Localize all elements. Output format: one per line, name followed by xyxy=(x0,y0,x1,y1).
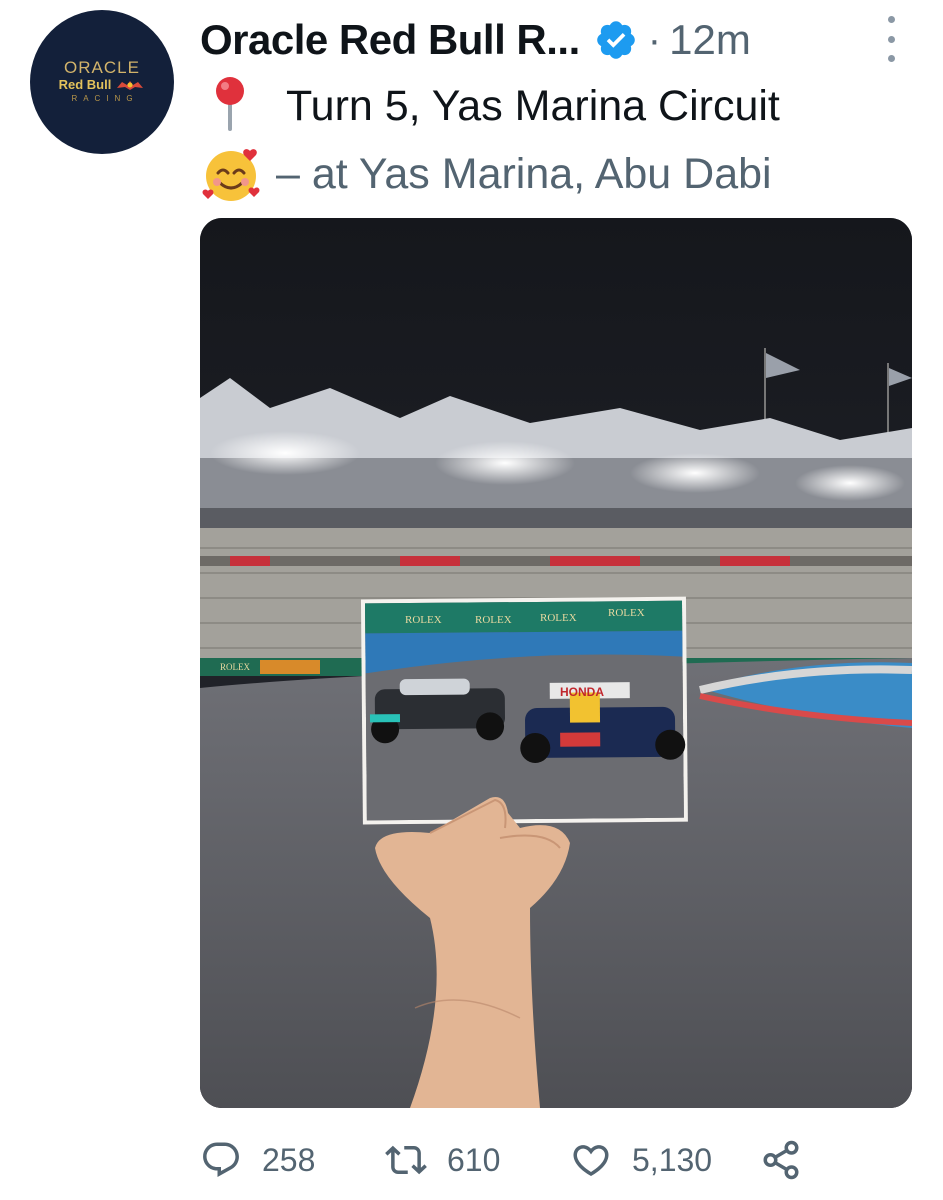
photo-scene: ROLEX ROLEX ROLEX ROLEX ROLEX HONDA xyxy=(200,218,912,1108)
tweet-timestamp[interactable]: 12m xyxy=(669,16,751,64)
banner-text-1: ROLEX xyxy=(405,614,442,626)
share-icon xyxy=(763,1140,799,1180)
tweet-photo[interactable]: ROLEX ROLEX ROLEX ROLEX ROLEX HONDA xyxy=(200,218,912,1108)
retweet-button[interactable]: 610 xyxy=(385,1139,570,1181)
tweet-text-line1-text: Turn 5, Yas Marina Circuit xyxy=(286,82,780,130)
header-separator: · xyxy=(647,17,662,62)
banner-text-3: ROLEX xyxy=(540,612,577,624)
tweet-actions: 258 610 5,130 xyxy=(200,1135,820,1185)
more-options-icon[interactable] xyxy=(879,16,903,62)
tweet-text-line2: – at Yas Marina, Abu Dabi xyxy=(200,143,772,205)
retweet-count: 610 xyxy=(447,1141,501,1178)
avatar[interactable]: ORACLE Red Bull RACING xyxy=(30,10,174,154)
banner-text-5: ROLEX xyxy=(220,662,250,672)
tweet-text-line2-text[interactable]: – at Yas Marina, Abu Dabi xyxy=(276,147,772,201)
like-button[interactable]: 5,130 xyxy=(570,1139,760,1181)
avatar-line1: ORACLE xyxy=(64,58,140,77)
reply-button[interactable]: 258 xyxy=(200,1139,385,1181)
tweet-text-line1: Turn 5, Yas Marina Circuit xyxy=(200,75,780,137)
bull-logo-icon xyxy=(117,81,144,90)
avatar-line3: RACING xyxy=(71,94,139,103)
car-label: HONDA xyxy=(560,685,604,699)
like-count: 5,130 xyxy=(632,1141,713,1178)
tweet-header: Oracle Red Bull R... · 12m xyxy=(200,10,903,70)
banner-text-4: ROLEX xyxy=(608,607,645,619)
reply-icon xyxy=(203,1142,239,1177)
author-name[interactable]: Oracle Red Bull R... xyxy=(200,16,580,64)
verified-badge-icon xyxy=(594,18,638,62)
banner-text-2: ROLEX xyxy=(475,614,512,626)
round-pushpin-icon xyxy=(210,75,250,137)
reply-count: 258 xyxy=(262,1141,316,1178)
smiling-face-with-hearts-icon xyxy=(200,143,262,205)
retweet-icon xyxy=(385,1145,427,1175)
share-button[interactable] xyxy=(760,1139,802,1181)
avatar-line2-text: Red Bull xyxy=(58,77,112,92)
heart-icon xyxy=(573,1145,609,1177)
tweet[interactable]: ORACLE Red Bull RACING Oracle Red Bull R… xyxy=(0,0,943,1200)
avatar-line2: Red Bull xyxy=(59,77,146,93)
